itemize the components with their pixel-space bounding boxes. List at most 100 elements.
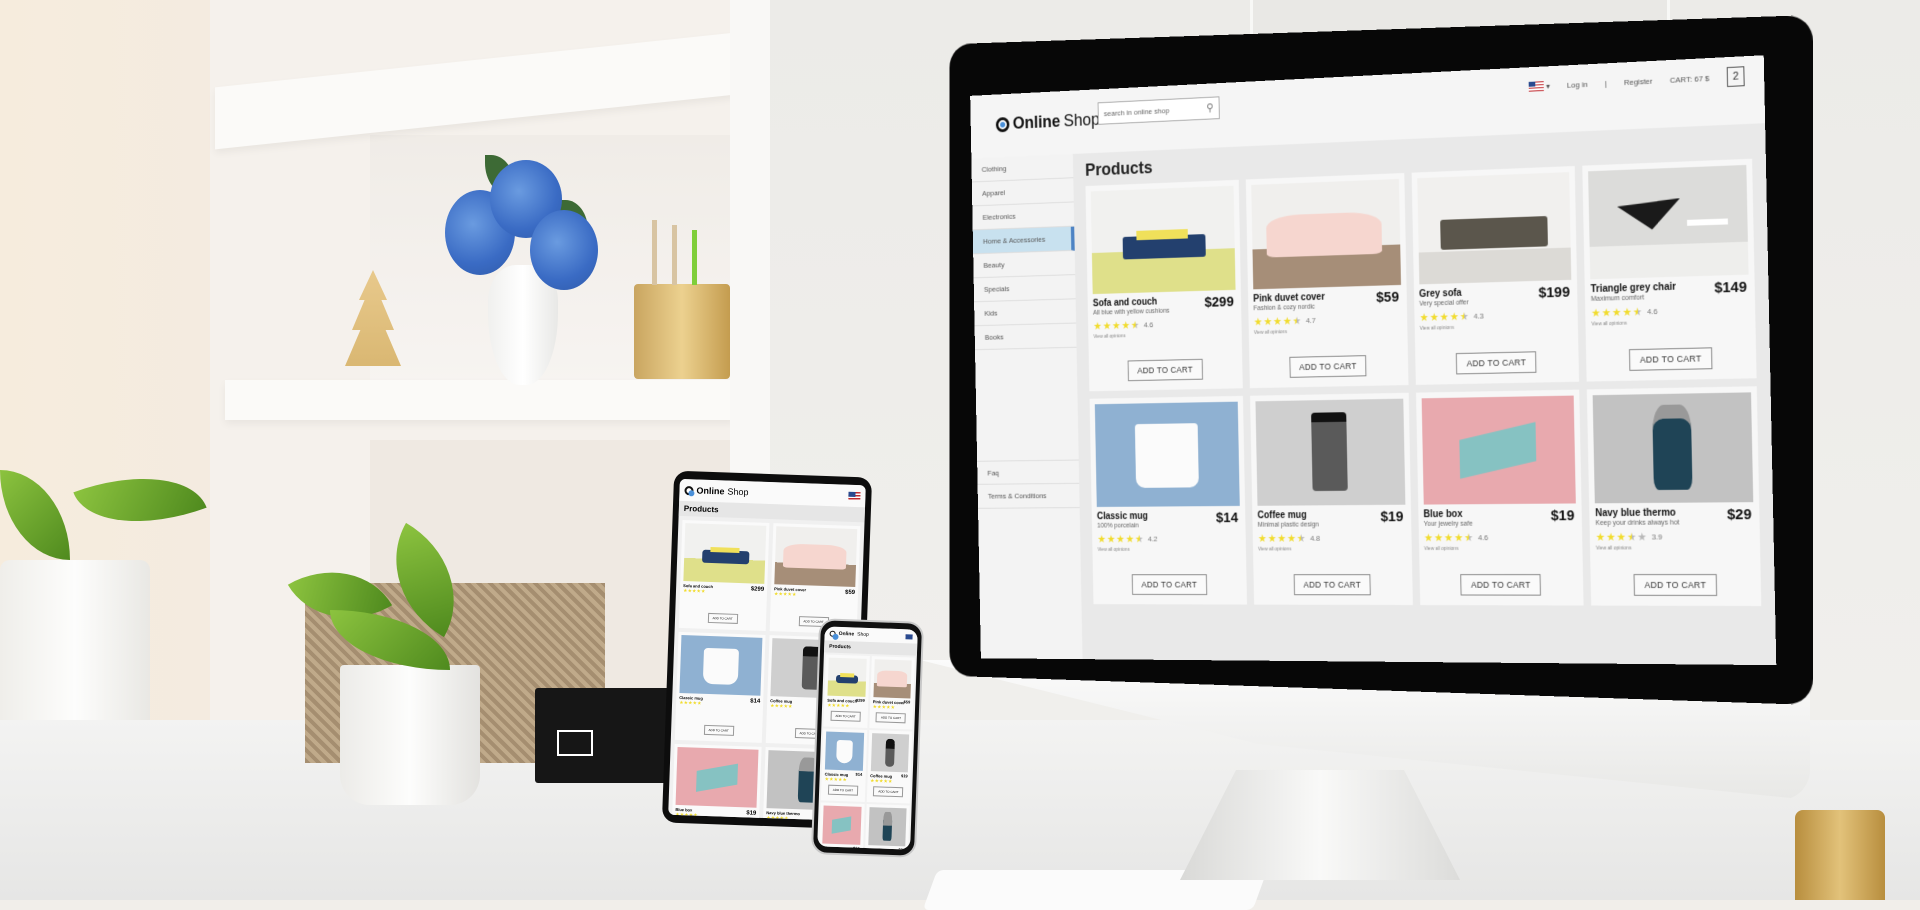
product-card[interactable]: Navy blue thermo $29 Keep your drinks alwa… [1587, 386, 1762, 607]
add-to-cart-button[interactable]: ADD TO CART [830, 710, 861, 722]
add-to-cart-button[interactable]: ADD TO CART [703, 724, 734, 736]
sidebar-item-kids[interactable]: Kids [974, 299, 1077, 327]
product-card[interactable]: Blue box$19★★★★★ADD TO CART [818, 802, 865, 850]
product-image-blue-sofa[interactable] [1090, 185, 1236, 295]
product-card[interactable]: Pink duvet cover $59 Fashion & cozy nordic… [1245, 172, 1409, 389]
add-to-cart-button[interactable]: ADD TO CART [875, 712, 907, 724]
product-price: $59 [903, 699, 911, 705]
sidebar-item-home-accessories[interactable]: Home & Accessories [972, 226, 1075, 255]
shopping-bag-icon[interactable]: 2 [1726, 66, 1745, 88]
product-price: $14 [855, 771, 863, 777]
product-image-teal-box[interactable] [822, 805, 862, 845]
logo-text-light: Shop [1063, 109, 1100, 131]
product-image-white-mug[interactable] [679, 635, 763, 696]
sidebar-item-beauty[interactable]: Beauty [973, 250, 1076, 279]
product-image-teal-box[interactable] [1421, 395, 1577, 505]
product-card[interactable]: Sofa and couch $299 ★★★★★ ADD TO CART [678, 519, 770, 631]
register-link[interactable]: Register [1624, 76, 1653, 86]
star-icon: ★ [1277, 533, 1287, 545]
product-image-white-mug[interactable] [1094, 401, 1240, 507]
login-link[interactable]: Log in [1567, 79, 1588, 89]
logo-circle-icon [995, 116, 1010, 132]
add-to-cart-button[interactable]: ADD TO CART [1293, 574, 1372, 596]
product-card[interactable]: Grey sofa $199 Very special offer ★ ★ ★ ★ ★ 4.3 V… [1411, 165, 1580, 385]
add-to-cart-button[interactable]: ADD TO CART [1127, 358, 1203, 382]
product-image-white-mug[interactable] [824, 731, 864, 771]
view-opinions-link[interactable]: View all opinions [1098, 547, 1241, 553]
product-image-grey-sofa[interactable] [1416, 172, 1572, 285]
search-input[interactable]: search in online shop ⚲ [1097, 96, 1220, 125]
us-flag-icon[interactable] [848, 491, 861, 501]
cart-count: 2 [1732, 70, 1739, 83]
product-card[interactable]: Classic mug $14 ★★★★★ ADD TO CART [674, 631, 766, 743]
product-image-blue-sofa[interactable] [827, 657, 867, 697]
view-opinions-link[interactable]: View all opinions [1591, 318, 1749, 328]
logo-text-bold: Online [696, 485, 725, 497]
product-image-thermo-bottle[interactable] [1592, 392, 1754, 504]
product-card[interactable]: Classic mug $14 ★★★★★ ADD TO CART [820, 728, 867, 802]
product-card[interactable]: Blue box $19 Your jewelry safe ★ ★ ★ ★ ★ 4.6 View… [1415, 389, 1584, 606]
product-card[interactable]: Coffee mug $19 Minimal plastic design ★ ★ ★ ★ ★… [1249, 392, 1413, 606]
rating-value: 4.6 [1477, 533, 1489, 543]
product-card[interactable]: Sofa and couch $299 ★★★★★ ADD TO CART [823, 654, 870, 728]
star-icon: ★ [1102, 320, 1112, 333]
add-to-cart-button[interactable]: ADD TO CART [873, 786, 904, 798]
cart-total[interactable]: CART: 67 $ [1670, 73, 1710, 84]
phone-product-grid: Sofa and couch $299 ★★★★★ ADD TO CART Pink d… [817, 652, 917, 850]
search-icon[interactable]: ⚲ [1206, 101, 1213, 114]
sidebar-link-terms[interactable]: Terms & Conditions [977, 483, 1080, 509]
product-image-pink-bed[interactable] [774, 526, 858, 588]
product-card[interactable]: Classic mug $14 100% porcelain ★ ★ ★ ★ ★ 4.2 View… [1089, 395, 1247, 605]
desktop-screen: Online Shop search in online shop ⚲ ▾ Log… [970, 55, 1777, 666]
star-icon: ★ [1463, 532, 1474, 545]
header-actions: ▾ Log in | Register CART: 67 $ 2 [1528, 66, 1745, 96]
product-card[interactable]: Navy blue thermo$29★★★★★ADD TO CART [863, 803, 910, 850]
product-card[interactable]: Coffee mug$19★★★★★ADD TO CART [866, 730, 913, 804]
add-to-cart-button[interactable]: ADD TO CART [827, 784, 859, 796]
site-logo[interactable]: Online Shop [995, 109, 1100, 134]
product-image-coffee-cup[interactable] [870, 733, 910, 773]
product-card[interactable]: Triangle grey chair $149 Maximum comfort ★ ★… [1582, 158, 1757, 382]
product-image-blue-sofa[interactable] [683, 523, 767, 584]
star-rating: ★ ★ ★ ★ ★ 3.9 [1596, 530, 1754, 544]
view-opinions-link[interactable]: View all opinions [1093, 331, 1236, 339]
product-image-teal-box[interactable] [675, 746, 759, 808]
star-icon: ★ [1106, 533, 1116, 546]
product-image-pink-bed[interactable] [872, 659, 912, 699]
sidebar-item-specials[interactable]: Specials [973, 275, 1076, 303]
product-card[interactable]: Sofa and couch $299 All blue with yellow c… [1085, 179, 1243, 392]
view-opinions-link[interactable]: View all opinions [1420, 322, 1573, 332]
phone-screen: Online Shop Products Sofa and couch $299 ★★… [817, 626, 918, 850]
product-card[interactable]: Pink duvet cover $59 ★★★★★ ADD TO CART [769, 523, 861, 635]
star-icon: ★ [1601, 307, 1612, 320]
product-image-thermo-bottle[interactable] [867, 807, 907, 847]
view-opinions-link[interactable]: View all opinions [1258, 546, 1406, 553]
sidebar-item-books[interactable]: Books [974, 323, 1077, 351]
product-image-pink-bed[interactable] [1251, 178, 1401, 290]
product-card[interactable]: Pink duvet cover $59 ★★★★★ ADD TO CART [868, 656, 915, 730]
language-selector[interactable]: ▾ [1528, 81, 1550, 92]
star-icon: ★ [1253, 316, 1263, 329]
box-label [557, 730, 593, 756]
product-card[interactable]: Blue box$19★★★★★ADD TO CART [670, 743, 762, 822]
view-opinions-link[interactable]: View all opinions [1596, 545, 1754, 551]
us-flag-icon[interactable] [905, 633, 913, 640]
product-price: $299 [750, 586, 765, 593]
add-to-cart-button[interactable]: ADD TO CART [707, 612, 738, 624]
add-to-cart-button[interactable]: ADD TO CART [1131, 574, 1207, 596]
rating-value: 4.7 [1305, 316, 1316, 325]
product-image-black-chair[interactable] [1588, 164, 1749, 280]
add-to-cart-button[interactable]: ADD TO CART [1633, 574, 1718, 596]
add-to-cart-button[interactable]: ADD TO CART [1289, 355, 1367, 378]
product-grid: Sofa and couch $299 All blue with yellow c… [1085, 158, 1762, 607]
shelf-board-middle [225, 380, 735, 420]
sidebar-link-faq[interactable]: Faq [977, 459, 1080, 485]
add-to-cart-button[interactable]: ADD TO CART [1460, 574, 1542, 596]
add-to-cart-button[interactable]: ADD TO CART [1456, 351, 1537, 375]
view-opinions-link[interactable]: View all opinions [1254, 326, 1402, 336]
star-rating: ★ ★ ★ ★ ★ 4.6 [1093, 316, 1236, 332]
view-opinions-link[interactable]: View all opinions [1424, 546, 1577, 552]
product-image-coffee-cup[interactable] [1255, 398, 1405, 506]
add-to-cart-button[interactable]: ADD TO CART [1629, 347, 1713, 371]
